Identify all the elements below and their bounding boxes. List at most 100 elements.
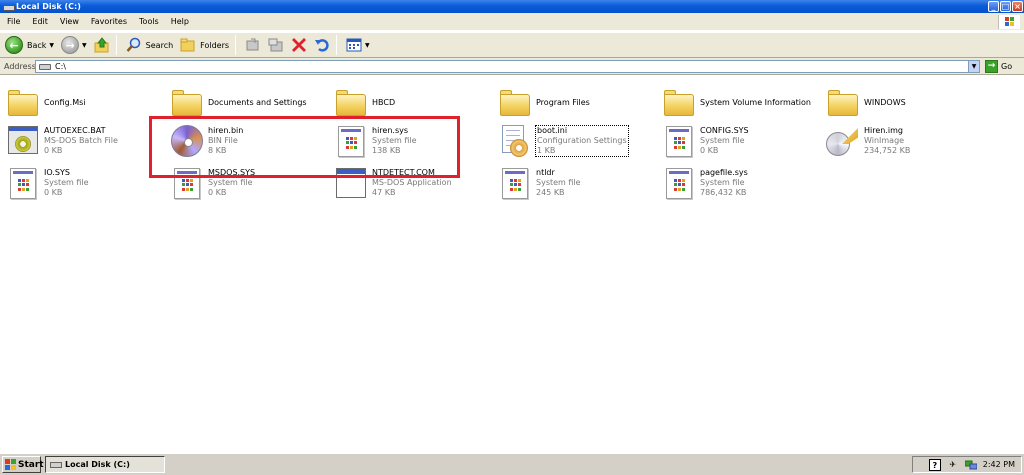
network-icon[interactable]	[964, 459, 978, 471]
move-to-icon	[245, 37, 261, 53]
forward-dropdown-icon[interactable]: ▼	[82, 42, 87, 49]
back-dropdown-icon[interactable]: ▼	[49, 42, 54, 49]
file-view: Config.Msi Documents and Settings HBCD P…	[0, 76, 1024, 453]
go-arrow-icon: →	[985, 60, 998, 73]
back-button[interactable]: ← Back ▼	[3, 34, 56, 56]
views-dropdown-icon[interactable]: ▼	[365, 42, 370, 49]
menu-tools[interactable]: Tools	[133, 17, 165, 26]
folders-button[interactable]: Folders	[178, 34, 231, 56]
delete-button[interactable]	[289, 34, 309, 56]
undo-icon	[314, 37, 330, 53]
start-label: Start	[18, 459, 44, 470]
system-file-icon	[498, 166, 532, 200]
folder-item[interactable]: Program Files	[498, 84, 658, 124]
explorer-window: Local Disk (C:) _ □ × File Edit View Fav…	[0, 0, 1024, 453]
folder-name: Program Files	[536, 98, 590, 107]
copy-to-icon	[268, 37, 284, 53]
search-icon	[126, 37, 142, 53]
menu-bar: File Edit View Favorites Tools Help	[0, 13, 1024, 31]
menu-view[interactable]: View	[54, 17, 85, 26]
file-type: System file	[208, 178, 253, 187]
windows-logo-icon	[5, 459, 16, 470]
close-button[interactable]: ×	[1012, 1, 1023, 12]
views-button[interactable]: ▼	[344, 34, 372, 56]
taskbar: Start Local Disk (C:) ? ✈ 2:42 PM	[0, 453, 1024, 475]
file-item[interactable]: CONFIG.SYS System file 0 KB	[662, 124, 822, 164]
search-button[interactable]: Search	[124, 34, 175, 56]
safely-remove-hardware-icon[interactable]: ✈	[947, 459, 959, 471]
up-folder-icon	[94, 37, 110, 53]
menu-edit[interactable]: Edit	[26, 17, 54, 26]
forward-arrow-icon: →	[61, 36, 80, 54]
menu-help[interactable]: Help	[165, 17, 195, 26]
address-input[interactable]: C:\ ▼	[35, 60, 980, 73]
restore-button[interactable]: □	[1000, 1, 1011, 12]
clock[interactable]: 2:42 PM	[983, 460, 1015, 469]
go-button[interactable]: → Go	[985, 60, 1012, 73]
file-item-selected[interactable]: boot.ini Configuration Settings 1 KB	[498, 124, 658, 164]
help-icon[interactable]: ?	[928, 458, 941, 471]
address-dropdown-icon[interactable]: ▼	[968, 61, 979, 72]
toolbar-separator	[235, 35, 237, 55]
menu-favorites[interactable]: Favorites	[85, 17, 133, 26]
go-label: Go	[1001, 62, 1013, 71]
file-type: System file	[700, 136, 745, 145]
file-name: boot.ini	[537, 126, 568, 135]
address-label: Address	[4, 61, 36, 71]
file-size: 786,432 KB	[700, 188, 747, 197]
move-to-button[interactable]	[243, 34, 263, 56]
menu-file[interactable]: File	[0, 17, 26, 26]
file-item[interactable]: Hiren.img WinImage 234,752 KB	[826, 124, 986, 164]
file-name: Hiren.img	[864, 126, 903, 135]
winimage-icon	[826, 124, 860, 158]
file-type: System file	[536, 178, 581, 187]
folder-icon	[334, 84, 368, 118]
up-folder-button[interactable]	[92, 34, 112, 56]
toolbar: ← Back ▼ → ▼ Search Folders ▼	[0, 32, 1024, 58]
file-type: MS-DOS Batch File	[44, 136, 118, 145]
taskbar-window-button[interactable]: Local Disk (C:)	[45, 456, 165, 473]
folder-icon	[6, 84, 40, 118]
forward-button[interactable]: → ▼	[59, 34, 89, 56]
file-size: 245 KB	[536, 188, 565, 197]
file-size: 0 KB	[44, 188, 63, 197]
folder-name: WINDOWS	[864, 98, 906, 107]
folder-name: HBCD	[372, 98, 396, 107]
folder-item[interactable]: System Volume Information	[662, 84, 822, 124]
file-type: System file	[700, 178, 745, 187]
file-type: Configuration Settings	[537, 136, 627, 145]
drive-icon	[3, 3, 15, 11]
start-button[interactable]: Start	[2, 456, 44, 473]
toolbar-separator	[115, 35, 117, 55]
system-tray: ? ✈ 2:42 PM	[912, 456, 1022, 473]
file-size: 1 KB	[537, 146, 556, 155]
drive-icon	[39, 63, 51, 70]
address-bar: Address C:\ ▼ → Go	[0, 58, 1024, 75]
file-type: MS-DOS Application	[372, 178, 452, 187]
address-value[interactable]: C:\	[55, 62, 66, 71]
file-size: 234,752 KB	[864, 146, 911, 155]
file-name: CONFIG.SYS	[700, 126, 749, 135]
delete-icon	[291, 37, 307, 53]
folder-item[interactable]: Config.Msi	[6, 84, 166, 124]
folder-icon	[170, 84, 204, 118]
system-file-icon	[662, 166, 696, 200]
file-name: IO.SYS	[44, 168, 70, 177]
back-label: Back	[27, 40, 47, 50]
file-type: WinImage	[864, 136, 905, 145]
minimize-button[interactable]: _	[988, 1, 999, 12]
file-item[interactable]: IO.SYS System file 0 KB	[6, 166, 166, 206]
system-file-icon	[6, 166, 40, 200]
file-item[interactable]: AUTOEXEC.BAT MS-DOS Batch File 0 KB	[6, 124, 166, 164]
file-item[interactable]: ntldr System file 245 KB	[498, 166, 658, 206]
config-file-icon	[498, 124, 532, 158]
undo-button[interactable]	[312, 34, 332, 56]
file-name: pagefile.sys	[700, 168, 748, 177]
folder-item[interactable]: WINDOWS	[826, 84, 986, 124]
file-item[interactable]: pagefile.sys System file 786,432 KB	[662, 166, 822, 206]
drive-icon	[50, 461, 62, 468]
title-bar[interactable]: Local Disk (C:) _ □ ×	[0, 0, 1024, 13]
file-size: 0 KB	[208, 188, 227, 197]
folder-name: Config.Msi	[44, 98, 86, 107]
copy-to-button[interactable]	[266, 34, 286, 56]
